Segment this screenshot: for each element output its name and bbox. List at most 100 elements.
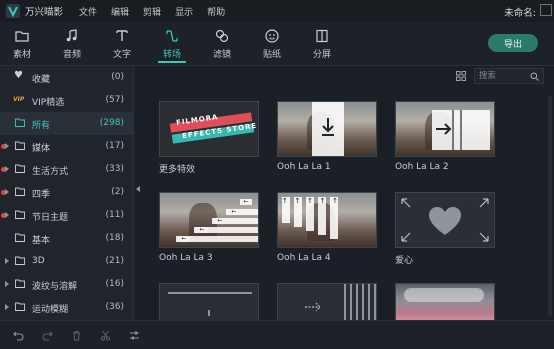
sidebar-item-label: 3D <box>32 256 45 266</box>
folder-icon <box>15 233 25 242</box>
tab-split-screen-label: 分屏 <box>312 50 331 60</box>
sidebar-item-label: 四季 <box>32 190 51 200</box>
transition-library: FILMORA EFFECTS STORE 更多特效 Ooh La La 1 O… <box>146 66 554 323</box>
thumb-cloud <box>404 288 484 302</box>
expand-arrow-icon[interactable] <box>5 189 9 195</box>
expand-arrow-icon[interactable] <box>5 304 9 310</box>
panel-line <box>460 110 462 150</box>
sidebar-item-3d[interactable]: 3D (21) <box>0 250 133 273</box>
sidebar-item-ripple-dissolve[interactable]: 波纹与溶解 (16) <box>0 273 133 296</box>
cut-icon[interactable] <box>100 330 111 341</box>
sidebar-item-seasons[interactable]: 四季 (2) <box>0 181 133 204</box>
sidebar-item-count: (17) <box>105 141 124 151</box>
tab-text-label: 文字 <box>112 50 131 60</box>
tab-text[interactable]: 文字 <box>102 26 142 62</box>
arrow-left-icon: ← <box>228 209 240 215</box>
vip-badge-icon: VIP <box>13 96 25 103</box>
tab-media-label: 素材 <box>12 50 31 60</box>
sidebar-item-count: (11) <box>105 210 124 220</box>
sidebar-item-label: 媒体 <box>32 144 51 154</box>
sidebar-item-motion-blur[interactable]: 运动模糊 (36) <box>0 296 133 319</box>
sidebar-item-label: 运动模糊 <box>32 305 69 315</box>
tab-sticker[interactable]: 贴纸 <box>252 26 292 62</box>
title-bar: 万兴喵影 文件 编辑 剪辑 显示 帮助 未命名: <box>0 0 554 22</box>
sidebar-item-count: (33) <box>105 164 124 174</box>
menu-view[interactable]: 显示 <box>175 5 193 18</box>
sticker-icon <box>265 29 279 43</box>
thumbnail: ↑ ↑ ↑ ↑ ↑ <box>277 192 377 248</box>
menu-edit[interactable]: 编辑 <box>111 5 129 18</box>
thumb-line <box>168 292 252 294</box>
export-button[interactable]: 导出 <box>488 34 538 52</box>
heart-transition-icon <box>401 198 489 242</box>
tab-filter[interactable]: 滤镜 <box>202 26 242 62</box>
thumb-mark <box>208 310 210 316</box>
redo-icon[interactable] <box>42 330 53 341</box>
tab-filter-label: 滤镜 <box>212 50 231 60</box>
thumb-stripes <box>340 284 376 323</box>
menu-file[interactable]: 文件 <box>79 5 97 18</box>
sidebar-item-label: 生活方式 <box>32 167 69 177</box>
sidebar-item-favorites[interactable]: ♥ 收藏 (0) <box>0 66 133 89</box>
search-input[interactable] <box>479 70 525 82</box>
adjust-icon[interactable] <box>129 330 140 341</box>
search-icon[interactable] <box>530 72 539 81</box>
menu-bar: 文件 编辑 剪辑 显示 帮助 <box>79 5 225 18</box>
sidebar-item-count: (57) <box>105 95 124 105</box>
sidebar-item-all[interactable]: 所有 (298) <box>0 112 133 135</box>
folder-icon <box>15 302 25 311</box>
music-note-icon <box>66 29 77 42</box>
sidebar-item-lifestyle[interactable]: 生活方式 (33) <box>0 158 133 181</box>
panel-splitter[interactable] <box>133 66 145 320</box>
delete-icon[interactable] <box>71 330 82 341</box>
expand-arrow-icon[interactable] <box>5 166 9 172</box>
card-caption: Ooh La La 4 <box>277 253 331 263</box>
sidebar-item-label: VIP精选 <box>32 98 65 108</box>
menu-clip[interactable]: 剪辑 <box>143 5 161 18</box>
document-name: 未命名: <box>504 8 536 19</box>
expand-arrow-icon[interactable] <box>5 281 9 287</box>
arrow-right-icon <box>436 123 452 135</box>
module-toolbar: 素材 音频 文字 转场 滤镜 贴纸 分屏 导出 <box>0 22 554 66</box>
menu-help[interactable]: 帮助 <box>207 5 225 18</box>
folder-icon <box>15 164 25 173</box>
card-caption: 爱心 <box>395 256 414 266</box>
expand-arrow-icon[interactable] <box>5 143 9 149</box>
tab-transition[interactable]: 转场 <box>152 26 192 63</box>
sidebar-item-holidays[interactable]: 节日主题 (11) <box>0 204 133 227</box>
tab-audio[interactable]: 音频 <box>52 26 92 62</box>
tab-media[interactable]: 素材 <box>2 26 42 62</box>
tab-transition-label: 转场 <box>162 50 181 60</box>
sidebar-item-count: (0) <box>111 72 124 82</box>
undo-icon[interactable] <box>13 330 24 341</box>
sidebar-item-label: 收藏 <box>32 75 51 85</box>
sidebar-item-basic[interactable]: 基本 (18) <box>0 227 133 250</box>
expand-arrow-icon[interactable] <box>5 258 9 264</box>
sidebar-item-vip[interactable]: VIP VIP精选 (57) <box>0 89 133 112</box>
transition-icon <box>166 30 178 42</box>
thumbnail <box>277 283 377 323</box>
thumbnail: ← ← ← ← ← <box>159 192 259 248</box>
scrollbar[interactable] <box>548 96 552 316</box>
sidebar-item-label: 所有 <box>32 121 51 131</box>
collapse-sidebar-icon[interactable] <box>136 186 140 192</box>
arrow-left-icon: ← <box>178 236 190 242</box>
arrow-left-icon: ← <box>196 227 208 233</box>
text-icon <box>116 30 128 41</box>
folder-icon <box>15 187 25 196</box>
heart-icon: ♥ <box>14 70 23 81</box>
media-folder-icon <box>15 31 29 42</box>
sidebar-item-count: (36) <box>105 302 124 312</box>
folder-icon <box>15 256 25 265</box>
card-caption: Ooh La La 1 <box>277 162 331 172</box>
thumbnail <box>395 283 495 323</box>
app-name: 万兴喵影 <box>25 7 64 18</box>
search-box[interactable] <box>474 68 544 84</box>
sidebar-item-media[interactable]: 媒体 (17) <box>0 135 133 158</box>
tab-sticker-label: 贴纸 <box>262 50 281 60</box>
window-control-button[interactable] <box>540 4 552 16</box>
tab-split-screen[interactable]: 分屏 <box>302 26 342 62</box>
expand-arrow-icon[interactable] <box>5 212 9 218</box>
grid-view-icon[interactable] <box>456 71 466 81</box>
sidebar-item-label: 波纹与溶解 <box>32 282 78 292</box>
